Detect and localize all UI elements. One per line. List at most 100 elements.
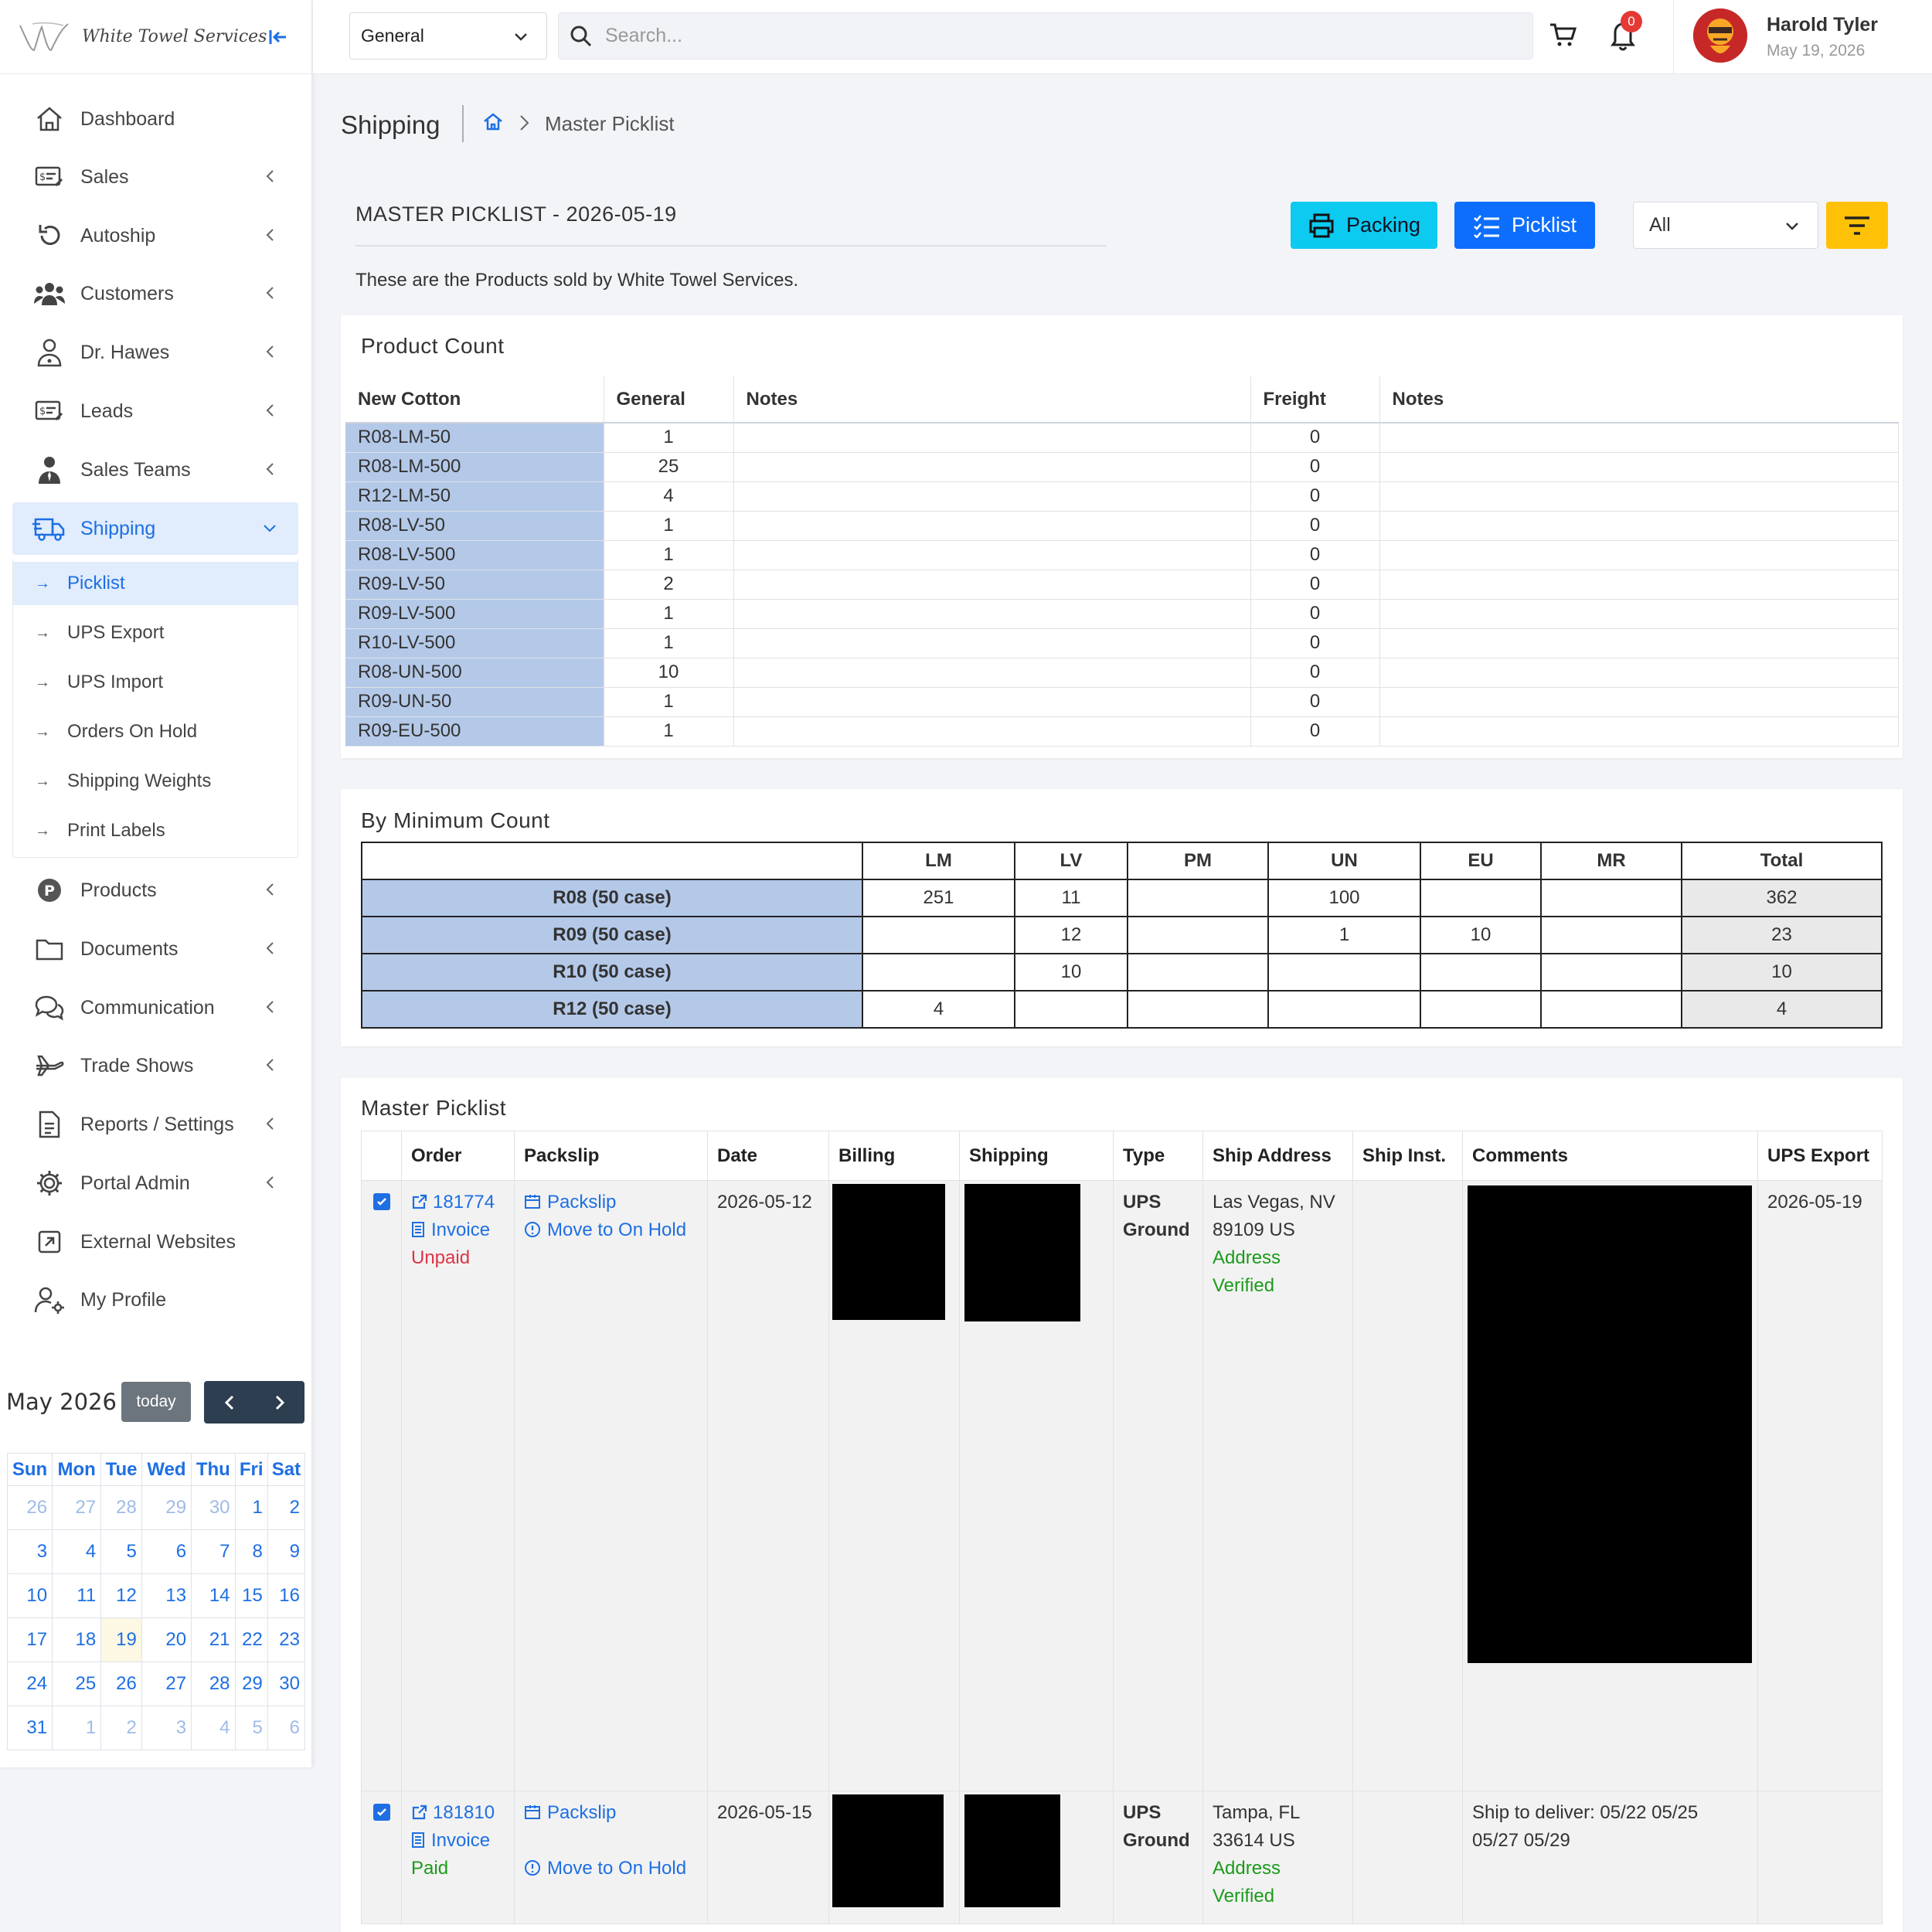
info-icon [525, 1222, 540, 1237]
sidebar-item-shipping[interactable]: Shipping [12, 502, 298, 555]
calendar-day[interactable]: 26 [6, 1485, 53, 1530]
calendar-day[interactable]: 30 [191, 1485, 236, 1530]
calendar-day[interactable]: 3 [6, 1529, 53, 1574]
calendar-day[interactable]: 21 [191, 1617, 236, 1662]
packing-button[interactable]: Packing [1291, 202, 1437, 249]
submenu-item-ups-export[interactable]: → UPS Export [13, 611, 298, 655]
invoice-link[interactable]: Invoice [411, 1827, 505, 1855]
calendar-day[interactable]: 8 [234, 1529, 268, 1574]
calendar-day[interactable]: 16 [267, 1573, 306, 1618]
move-to-hold-link[interactable]: Move to On Hold [524, 1855, 698, 1883]
sidebar-item-reports-settings[interactable]: Reports / Settings [12, 1098, 298, 1151]
calendar-day[interactable]: 26 [100, 1662, 142, 1706]
table-cell: 0 [1250, 511, 1380, 541]
collapse-sidebar-button[interactable] [264, 23, 292, 51]
calendar-day[interactable]: 29 [234, 1662, 268, 1706]
sidebar-item-my-profile[interactable]: My Profile [12, 1274, 298, 1326]
calendar-day[interactable]: 29 [141, 1485, 192, 1530]
packslip-link[interactable]: Packslip [524, 1189, 698, 1216]
sidebar-item-sales-teams[interactable]: Sales Teams [12, 444, 298, 496]
sidebar-item-trade-shows[interactable]: Trade Shows [12, 1039, 298, 1092]
calendar-day[interactable]: 4 [191, 1706, 236, 1750]
order-link[interactable]: 181774 [411, 1189, 505, 1216]
calendar-day[interactable]: 31 [6, 1706, 53, 1750]
sidebar-item-leads[interactable]: $ Leads [12, 385, 298, 437]
calendar-day[interactable]: 12 [100, 1573, 142, 1618]
row-checkbox[interactable] [372, 1193, 390, 1210]
external-link-icon [32, 1225, 66, 1259]
calendar-day[interactable]: 2 [267, 1485, 306, 1530]
calendar-day[interactable]: 23 [267, 1617, 306, 1662]
search-input[interactable] [605, 25, 1455, 47]
calendar-day[interactable]: 28 [100, 1485, 142, 1530]
calendar-day[interactable]: 24 [6, 1662, 53, 1706]
picklist-button[interactable]: Picklist [1454, 202, 1595, 249]
sidebar-item-customers[interactable]: Customers [12, 267, 298, 320]
calendar-day[interactable]: 4 [52, 1529, 102, 1574]
calendar-day[interactable]: 5 [100, 1529, 142, 1574]
calendar-prev-button[interactable] [204, 1381, 254, 1423]
calendar-day[interactable]: 15 [234, 1573, 268, 1618]
sidebar-item-portal-admin[interactable]: Portal Admin [12, 1157, 298, 1209]
calendar-day[interactable]: 13 [141, 1573, 192, 1618]
calendar-day[interactable]: 14 [191, 1573, 236, 1618]
avatar[interactable] [1693, 9, 1747, 63]
table-row: R09-LV-500 1 0 [345, 599, 1899, 629]
calendar-day[interactable]: 10 [6, 1573, 53, 1618]
sidebar-item-products[interactable]: P Products [12, 864, 298, 917]
calendar-day[interactable]: 1 [52, 1706, 102, 1750]
submenu-item-print-labels[interactable]: → Print Labels [13, 809, 298, 852]
sidebar-item-documents[interactable]: Documents [12, 923, 298, 975]
calendar-day[interactable]: 7 [191, 1529, 236, 1574]
calendar-day[interactable]: 30 [267, 1662, 306, 1706]
sidebar-item-external-websites[interactable]: External Websites [12, 1216, 298, 1268]
calendar-day[interactable]: 22 [234, 1617, 268, 1662]
calendar-day[interactable]: 11 [52, 1573, 102, 1618]
sidebar-item-communication[interactable]: Communication [12, 981, 298, 1034]
calendar-next-button[interactable] [254, 1381, 304, 1423]
calendar-day[interactable]: 19 [100, 1617, 142, 1662]
calendar-day[interactable]: 25 [52, 1662, 102, 1706]
product-count-card: Product Count New Cotton General Notes F… [341, 315, 1903, 758]
weekday-header: Wed [141, 1453, 192, 1486]
submenu-item-orders-on-hold[interactable]: → Orders On Hold [13, 710, 298, 753]
breadcrumb-home[interactable] [482, 111, 504, 137]
products-icon: P [32, 873, 66, 907]
calendar-day[interactable]: 2 [100, 1706, 142, 1750]
user-name[interactable]: Harold Tyler [1767, 14, 1878, 36]
cart-button[interactable] [1548, 20, 1582, 54]
invoice-link[interactable]: Invoice [411, 1216, 505, 1244]
row-checkbox[interactable] [372, 1804, 390, 1821]
packslip-link[interactable]: Packslip [524, 1799, 698, 1827]
move-to-hold-link[interactable]: Move to On Hold [524, 1216, 698, 1244]
calendar-day[interactable]: 1 [234, 1485, 268, 1530]
calendar-day[interactable]: 18 [52, 1617, 102, 1662]
filter-button[interactable] [1826, 202, 1888, 249]
shipping-cell [959, 1791, 1114, 1924]
column-header: Shipping [959, 1131, 1114, 1181]
calendar-day[interactable]: 27 [52, 1485, 102, 1530]
calendar-day[interactable]: 9 [267, 1529, 306, 1574]
arrow-right-icon: → [35, 723, 50, 740]
calendar-day[interactable]: 5 [234, 1706, 268, 1750]
calendar-day[interactable]: 3 [141, 1706, 192, 1750]
calendar-day[interactable]: 27 [141, 1662, 192, 1706]
sidebar-item-dashboard[interactable]: Dashboard [12, 93, 298, 145]
column-header [361, 1131, 402, 1181]
submenu-item-shipping-weights[interactable]: → Shipping Weights [13, 760, 298, 803]
status-filter-select[interactable]: All [1633, 202, 1818, 249]
submenu-item-ups-import[interactable]: → UPS Import [13, 661, 298, 704]
scope-select[interactable]: General [349, 12, 547, 60]
submenu-item-picklist[interactable]: → Picklist [13, 562, 298, 605]
calendar-day[interactable]: 6 [141, 1529, 192, 1574]
submenu-label: UPS Export [67, 622, 165, 643]
calendar-day[interactable]: 28 [191, 1662, 236, 1706]
sidebar-item-autoship[interactable]: Autoship [12, 209, 298, 262]
sidebar-item-dr-hawes[interactable]: Dr. Hawes [12, 326, 298, 379]
calendar-day[interactable]: 20 [141, 1617, 192, 1662]
today-button[interactable]: today [121, 1382, 191, 1422]
sidebar-item-sales[interactable]: $ Sales [12, 151, 298, 203]
calendar-day[interactable]: 17 [6, 1617, 53, 1662]
calendar-day[interactable]: 6 [267, 1706, 306, 1750]
order-link[interactable]: 181810 [411, 1799, 505, 1827]
